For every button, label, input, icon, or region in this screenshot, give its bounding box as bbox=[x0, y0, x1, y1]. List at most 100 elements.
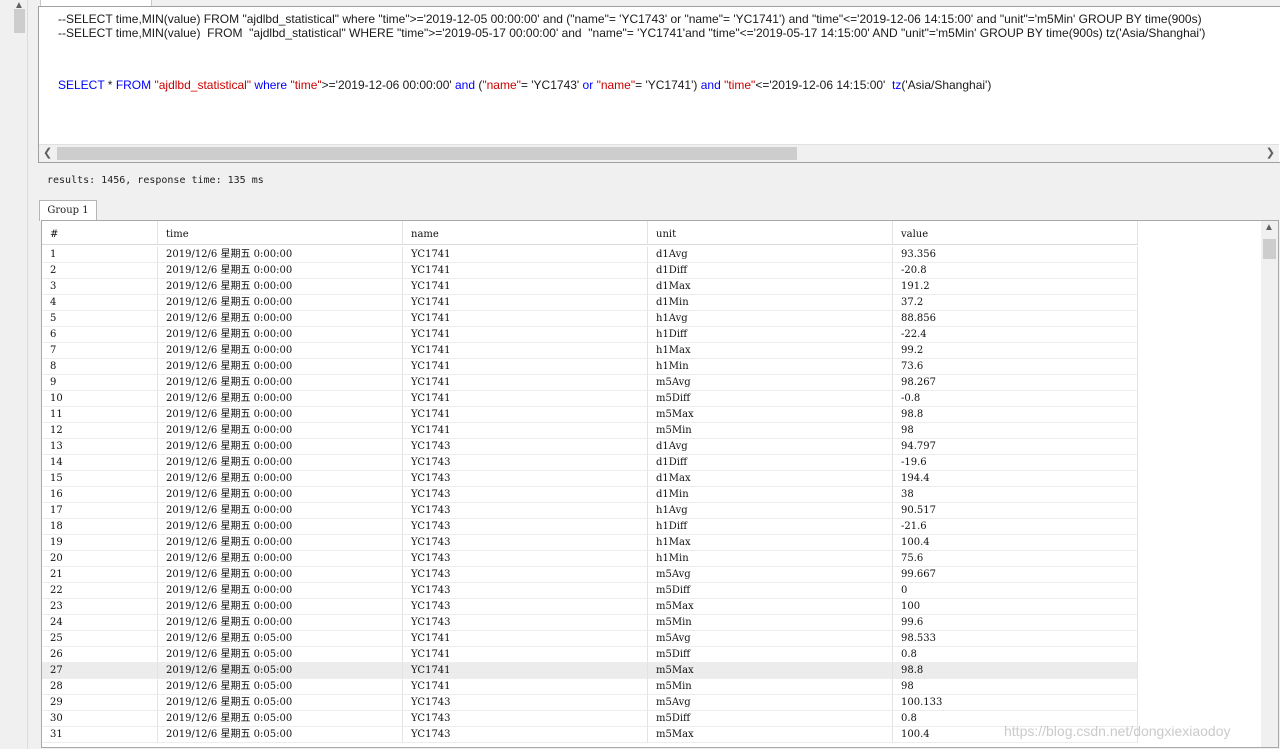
cell-time: 2019/12/6 星期五 0:05:00 bbox=[158, 711, 403, 727]
cell-name: YC1741 bbox=[403, 663, 648, 679]
table-row[interactable]: 7 2019/12/6 星期五 0:00:00 YC1741 h1Max 99.2 bbox=[42, 343, 1138, 359]
cell-value: 73.6 bbox=[893, 359, 1138, 375]
cell-index: 1 bbox=[42, 247, 158, 263]
cell-name: YC1743 bbox=[403, 615, 648, 631]
cell-unit: h1Max bbox=[648, 535, 893, 551]
cell-index: 12 bbox=[42, 423, 158, 439]
cell-time: 2019/12/6 星期五 0:00:00 bbox=[158, 551, 403, 567]
cell-name: YC1741 bbox=[403, 279, 648, 295]
column-header-time: time bbox=[158, 221, 403, 245]
cell-index: 6 bbox=[42, 327, 158, 343]
cell-unit: d1Max bbox=[648, 279, 893, 295]
cell-index: 27 bbox=[42, 663, 158, 679]
table-row[interactable]: 1 2019/12/6 星期五 0:00:00 YC1741 d1Avg 93.356 bbox=[42, 247, 1138, 263]
cell-unit: h1Avg bbox=[648, 311, 893, 327]
scroll-right-icon[interactable]: ❯ bbox=[1266, 146, 1275, 159]
table-row[interactable]: 16 2019/12/6 星期五 0:00:00 YC1743 d1Min 38 bbox=[42, 487, 1138, 503]
table-row[interactable]: 11 2019/12/6 星期五 0:00:00 YC1741 m5Max 98.8 bbox=[42, 407, 1138, 423]
editor-hscrollbar[interactable]: ❮ ❯ bbox=[39, 144, 1279, 162]
grid-vscrollbar[interactable]: ▲ bbox=[1261, 221, 1278, 747]
cell-name: YC1741 bbox=[403, 359, 648, 375]
cell-name: YC1743 bbox=[403, 535, 648, 551]
table-row[interactable]: 6 2019/12/6 星期五 0:00:00 YC1741 h1Diff -22.4 bbox=[42, 327, 1138, 343]
column-header-index: # bbox=[42, 221, 158, 245]
cell-value: 90.517 bbox=[893, 503, 1138, 519]
cell-value: 98 bbox=[893, 679, 1138, 695]
cell-name: YC1741 bbox=[403, 247, 648, 263]
cell-unit: d1Min bbox=[648, 487, 893, 503]
editor-hscroll-thumb[interactable] bbox=[57, 147, 797, 160]
cell-unit: d1Min bbox=[648, 295, 893, 311]
cell-unit: m5Avg bbox=[648, 631, 893, 647]
cell-unit: m5Avg bbox=[648, 567, 893, 583]
scroll-up-icon[interactable]: ▲ bbox=[1264, 222, 1274, 233]
outer-scrollbar[interactable]: ▲ bbox=[12, 0, 28, 749]
cell-time: 2019/12/6 星期五 0:00:00 bbox=[158, 295, 403, 311]
cell-index: 25 bbox=[42, 631, 158, 647]
cell-value: 194.4 bbox=[893, 471, 1138, 487]
table-row[interactable]: 17 2019/12/6 星期五 0:00:00 YC1743 h1Avg 90.517 bbox=[42, 503, 1138, 519]
table-row[interactable]: 29 2019/12/6 星期五 0:05:00 YC1743 m5Avg 100.13… bbox=[42, 695, 1138, 711]
table-row[interactable]: 18 2019/12/6 星期五 0:00:00 YC1743 h1Diff -21.6 bbox=[42, 519, 1138, 535]
table-row[interactable]: 3 2019/12/6 星期五 0:00:00 YC1741 d1Max 191.2 bbox=[42, 279, 1138, 295]
table-row[interactable]: 2 2019/12/6 星期五 0:00:00 YC1741 d1Diff -20.8 bbox=[42, 263, 1138, 279]
table-row[interactable]: 21 2019/12/6 星期五 0:00:00 YC1743 m5Avg 99.667 bbox=[42, 567, 1138, 583]
cell-time: 2019/12/6 星期五 0:00:00 bbox=[158, 439, 403, 455]
cell-value: 98.8 bbox=[893, 407, 1138, 423]
cell-index: 31 bbox=[42, 727, 158, 743]
table-row[interactable]: 31 2019/12/6 星期五 0:05:00 YC1743 m5Max 100.4 bbox=[42, 727, 1138, 743]
column-header-value: value bbox=[893, 221, 1138, 245]
results-grid[interactable]: # time name unit value 1 2019/12/6 星期五 0:00:00… bbox=[41, 220, 1279, 748]
cell-unit: m5Min bbox=[648, 679, 893, 695]
cell-time: 2019/12/6 星期五 0:05:00 bbox=[158, 679, 403, 695]
table-row[interactable]: 14 2019/12/6 星期五 0:00:00 YC1743 d1Diff -19.6 bbox=[42, 455, 1138, 471]
table-row[interactable]: 12 2019/12/6 星期五 0:00:00 YC1741 m5Min 98 bbox=[42, 423, 1138, 439]
cell-name: YC1743 bbox=[403, 487, 648, 503]
cell-name: YC1743 bbox=[403, 471, 648, 487]
cell-unit: m5Max bbox=[648, 727, 893, 743]
cell-time: 2019/12/6 星期五 0:05:00 bbox=[158, 727, 403, 743]
table-row[interactable]: 4 2019/12/6 星期五 0:00:00 YC1741 d1Min 37.2 bbox=[42, 295, 1138, 311]
tab-group-1[interactable]: Group 1 bbox=[39, 200, 97, 221]
cell-index: 30 bbox=[42, 711, 158, 727]
cell-index: 9 bbox=[42, 375, 158, 391]
cell-value: 98.533 bbox=[893, 631, 1138, 647]
table-row[interactable]: 27 2019/12/6 星期五 0:05:00 YC1741 m5Max 98.8 bbox=[42, 663, 1138, 679]
results-status: results: 1456, response time: 135 ms bbox=[47, 175, 264, 186]
column-header-unit: unit bbox=[648, 221, 893, 245]
table-row[interactable]: 13 2019/12/6 星期五 0:00:00 YC1743 d1Avg 94.797 bbox=[42, 439, 1138, 455]
table-row[interactable]: 9 2019/12/6 星期五 0:00:00 YC1741 m5Avg 98.267 bbox=[42, 375, 1138, 391]
cell-name: YC1741 bbox=[403, 263, 648, 279]
table-row[interactable]: 24 2019/12/6 星期五 0:00:00 YC1743 m5Min 99.6 bbox=[42, 615, 1138, 631]
outer-scroll-thumb[interactable] bbox=[14, 9, 25, 33]
cell-index: 15 bbox=[42, 471, 158, 487]
table-row[interactable]: 25 2019/12/6 星期五 0:05:00 YC1741 m5Avg 98.533 bbox=[42, 631, 1138, 647]
cell-time: 2019/12/6 星期五 0:05:00 bbox=[158, 631, 403, 647]
cell-name: YC1741 bbox=[403, 375, 648, 391]
table-row[interactable]: 26 2019/12/6 星期五 0:05:00 YC1741 m5Diff 0.8 bbox=[42, 647, 1138, 663]
table-row[interactable]: 28 2019/12/6 星期五 0:05:00 YC1741 m5Min 98 bbox=[42, 679, 1138, 695]
cell-value: -21.6 bbox=[893, 519, 1138, 535]
table-row[interactable]: 19 2019/12/6 星期五 0:00:00 YC1743 h1Max 100.4 bbox=[42, 535, 1138, 551]
table-row[interactable]: 8 2019/12/6 星期五 0:00:00 YC1741 h1Min 73.6 bbox=[42, 359, 1138, 375]
table-row[interactable]: 10 2019/12/6 星期五 0:00:00 YC1741 m5Diff -0.8 bbox=[42, 391, 1138, 407]
cell-index: 4 bbox=[42, 295, 158, 311]
table-row[interactable]: 30 2019/12/6 星期五 0:05:00 YC1743 m5Diff 0.8 bbox=[42, 711, 1138, 727]
cell-name: YC1741 bbox=[403, 407, 648, 423]
cell-name: YC1743 bbox=[403, 695, 648, 711]
scroll-left-icon[interactable]: ❮ bbox=[43, 146, 52, 159]
cell-name: YC1741 bbox=[403, 391, 648, 407]
cell-unit: m5Avg bbox=[648, 375, 893, 391]
table-header[interactable]: # time name unit value bbox=[42, 221, 1138, 245]
table-row[interactable]: 22 2019/12/6 星期五 0:00:00 YC1743 m5Diff 0 bbox=[42, 583, 1138, 599]
cell-time: 2019/12/6 星期五 0:05:00 bbox=[158, 663, 403, 679]
table-row[interactable]: 15 2019/12/6 星期五 0:00:00 YC1743 d1Max 194.4 bbox=[42, 471, 1138, 487]
cell-index: 23 bbox=[42, 599, 158, 615]
table-row[interactable]: 20 2019/12/6 星期五 0:00:00 YC1743 h1Min 75.6 bbox=[42, 551, 1138, 567]
grid-vscroll-thumb[interactable] bbox=[1263, 239, 1276, 259]
table-row[interactable]: 23 2019/12/6 星期五 0:00:00 YC1743 m5Max 100 bbox=[42, 599, 1138, 615]
query-editor[interactable]: --SELECT time,MIN(value) FROM "ajdlbd_st… bbox=[38, 6, 1280, 163]
table-row[interactable]: 5 2019/12/6 星期五 0:00:00 YC1741 h1Avg 88.856 bbox=[42, 311, 1138, 327]
cell-name: YC1743 bbox=[403, 503, 648, 519]
cell-index: 10 bbox=[42, 391, 158, 407]
